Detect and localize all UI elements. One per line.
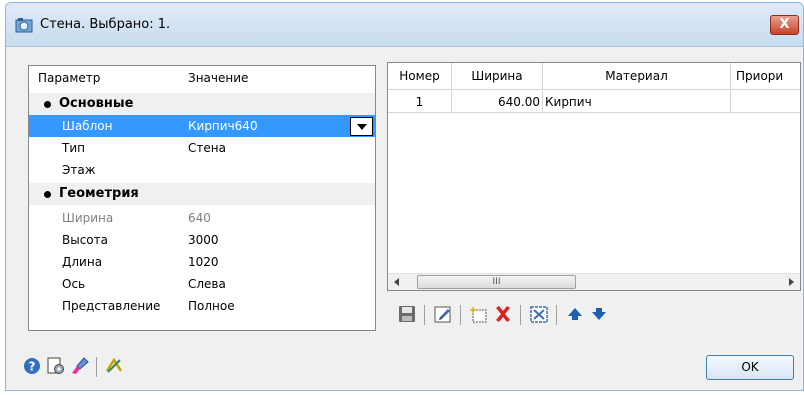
- property-name: Ось: [62, 277, 86, 291]
- property-grid-header: Параметр Значение: [29, 66, 375, 90]
- footer-separator: [96, 357, 97, 377]
- column-header-priority[interactable]: Приори: [731, 63, 800, 90]
- ok-button[interactable]: OK: [706, 355, 794, 380]
- property-name: Высота: [62, 233, 108, 247]
- settings-icon[interactable]: [46, 356, 66, 376]
- property-name: Длина: [62, 255, 103, 269]
- property-value[interactable]: Стена: [188, 141, 226, 155]
- category-bullet-icon: [44, 101, 51, 108]
- toolbar-separator: [424, 305, 425, 325]
- move-up-icon[interactable]: [564, 303, 586, 325]
- property-row-width: Ширина 640: [29, 207, 375, 229]
- column-header-material[interactable]: Материал: [543, 63, 731, 90]
- cell-width[interactable]: 640.00: [452, 91, 543, 113]
- edit-icon[interactable]: [432, 303, 454, 325]
- property-row-type[interactable]: Тип Стена: [29, 137, 375, 159]
- cell-material[interactable]: Кирпич: [543, 91, 731, 113]
- property-row-representation[interactable]: Представление Полное: [29, 295, 375, 317]
- column-header-width[interactable]: Ширина: [452, 63, 543, 90]
- property-grid: Параметр Значение Основные Шаблон Кирпич…: [28, 65, 376, 331]
- property-row-axis[interactable]: Ось Слева: [29, 273, 375, 295]
- horizontal-scrollbar[interactable]: III: [388, 273, 800, 290]
- property-row-floor[interactable]: Этаж: [29, 159, 375, 181]
- toolbar-separator: [460, 305, 461, 325]
- category-label: Геометрия: [59, 186, 139, 201]
- toolbar-separator: [556, 305, 557, 325]
- delete-icon[interactable]: [492, 303, 514, 325]
- property-name: Этаж: [62, 163, 96, 177]
- property-name: Ширина: [62, 211, 114, 225]
- svg-text:?: ?: [29, 360, 36, 374]
- title-bar[interactable]: Стена. Выбрано: 1. X: [6, 3, 803, 47]
- close-button[interactable]: X: [770, 15, 799, 35]
- property-value[interactable]: Полное: [188, 299, 235, 313]
- save-icon[interactable]: [396, 303, 418, 325]
- category-bullet-icon: [44, 191, 51, 198]
- add-layer-icon[interactable]: [468, 303, 490, 325]
- layers-table: Номер Ширина Материал Приори 1 640.00 Ки…: [387, 62, 801, 291]
- param-column-header: Параметр: [38, 71, 101, 85]
- property-row-length[interactable]: Длина 1020: [29, 251, 375, 273]
- category-main[interactable]: Основные: [29, 93, 375, 115]
- property-name: Тип: [62, 141, 85, 155]
- template-dropdown-button[interactable]: [350, 117, 373, 136]
- disable-icon[interactable]: [104, 356, 124, 376]
- dialog-window: Стена. Выбрано: 1. X Параметр Значение О…: [5, 2, 804, 391]
- cell-number[interactable]: 1: [388, 91, 452, 113]
- window-title: Стена. Выбрано: 1.: [40, 17, 171, 32]
- property-value: 640: [188, 211, 211, 225]
- scroll-right-icon[interactable]: [789, 278, 794, 286]
- column-header-number[interactable]: Номер: [388, 63, 452, 90]
- help-icon[interactable]: ?: [22, 356, 42, 376]
- scroll-left-icon[interactable]: [394, 278, 399, 286]
- property-name: Шаблон: [62, 119, 113, 133]
- paint-brush-icon[interactable]: [70, 356, 90, 376]
- app-icon: [15, 18, 33, 33]
- value-column-header: Значение: [188, 71, 249, 85]
- property-value[interactable]: Кирпич640: [188, 119, 258, 133]
- property-row-template[interactable]: Шаблон Кирпич640: [29, 115, 375, 137]
- toolbar-separator: [520, 305, 521, 325]
- scroll-thumb[interactable]: III: [417, 275, 576, 289]
- property-value[interactable]: 3000: [188, 233, 219, 247]
- move-down-icon[interactable]: [588, 303, 610, 325]
- property-value[interactable]: 1020: [188, 255, 219, 269]
- category-geometry[interactable]: Геометрия: [29, 183, 375, 205]
- select-layers-icon[interactable]: [528, 303, 550, 325]
- category-label: Основные: [59, 96, 134, 111]
- cell-priority[interactable]: [731, 91, 800, 113]
- property-value[interactable]: Слева: [188, 277, 226, 291]
- property-row-height[interactable]: Высота 3000: [29, 229, 375, 251]
- property-name: Представление: [62, 299, 161, 313]
